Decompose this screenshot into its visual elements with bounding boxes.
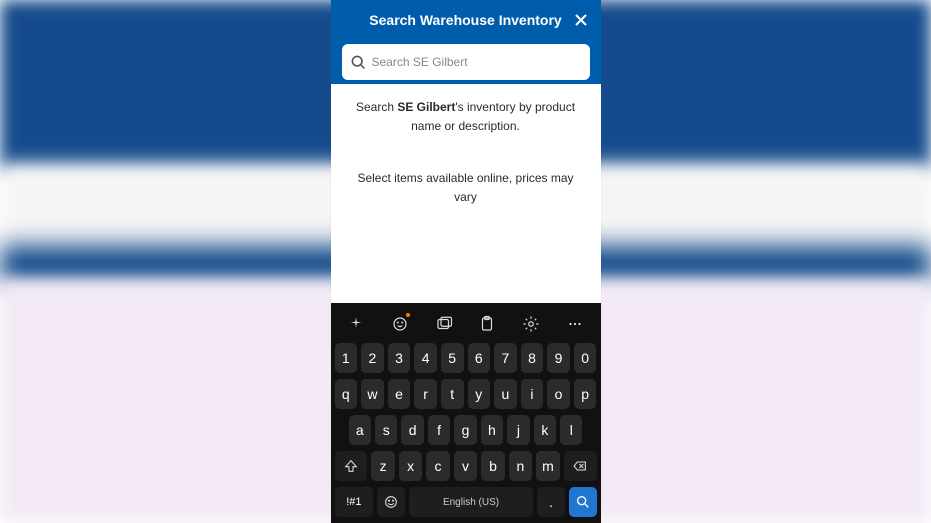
warehouse-name: SE Gilbert bbox=[397, 100, 455, 114]
shift-icon bbox=[343, 458, 359, 474]
gear-icon[interactable] bbox=[516, 312, 546, 336]
space-key[interactable]: English (US) bbox=[409, 487, 533, 517]
key-j[interactable]: j bbox=[507, 415, 529, 445]
search-field-container[interactable] bbox=[342, 44, 590, 80]
period-key[interactable]: . bbox=[537, 487, 565, 517]
key-w[interactable]: w bbox=[361, 379, 384, 409]
key-y[interactable]: y bbox=[468, 379, 491, 409]
key-4[interactable]: 4 bbox=[414, 343, 437, 373]
backspace-key[interactable] bbox=[564, 451, 597, 481]
key-0[interactable]: 0 bbox=[574, 343, 597, 373]
key-c[interactable]: c bbox=[426, 451, 449, 481]
key-5[interactable]: 5 bbox=[441, 343, 464, 373]
gif-icon[interactable] bbox=[429, 312, 459, 336]
key-d[interactable]: d bbox=[401, 415, 423, 445]
emoji-toolbar-icon[interactable] bbox=[385, 312, 415, 336]
more-icon[interactable] bbox=[560, 312, 590, 336]
content-area: Search SE Gilbert's inventory by product… bbox=[331, 84, 601, 303]
close-button[interactable] bbox=[571, 10, 591, 30]
key-v[interactable]: v bbox=[454, 451, 477, 481]
key-6[interactable]: 6 bbox=[468, 343, 491, 373]
emoji-key[interactable] bbox=[377, 487, 405, 517]
backspace-icon bbox=[572, 458, 588, 474]
soft-keyboard: 1 2 3 4 5 6 7 8 9 0 q w e r t y u i o bbox=[331, 303, 601, 523]
key-1[interactable]: 1 bbox=[335, 343, 358, 373]
key-r[interactable]: r bbox=[414, 379, 437, 409]
keyboard-toolbar bbox=[331, 309, 601, 339]
key-q[interactable]: q bbox=[335, 379, 358, 409]
key-7[interactable]: 7 bbox=[494, 343, 517, 373]
key-e[interactable]: e bbox=[388, 379, 411, 409]
disclaimer-text: Select items available online, prices ma… bbox=[347, 169, 585, 206]
header-bar: Search Warehouse Inventory bbox=[331, 0, 601, 84]
key-s[interactable]: s bbox=[375, 415, 397, 445]
key-p[interactable]: p bbox=[574, 379, 597, 409]
key-b[interactable]: b bbox=[481, 451, 504, 481]
page-title: Search Warehouse Inventory bbox=[369, 12, 561, 28]
key-f[interactable]: f bbox=[428, 415, 450, 445]
key-z[interactable]: z bbox=[371, 451, 394, 481]
key-m[interactable]: m bbox=[536, 451, 559, 481]
home-letter-row: a s d f g h j k l bbox=[335, 415, 597, 445]
search-input[interactable] bbox=[372, 55, 582, 69]
key-2[interactable]: 2 bbox=[361, 343, 384, 373]
bottom-fn-row: !#1 English (US) . bbox=[335, 487, 597, 517]
key-g[interactable]: g bbox=[454, 415, 476, 445]
key-t[interactable]: t bbox=[441, 379, 464, 409]
emoji-icon bbox=[383, 494, 399, 510]
key-l[interactable]: l bbox=[560, 415, 582, 445]
key-o[interactable]: o bbox=[547, 379, 570, 409]
symbols-key[interactable]: !#1 bbox=[335, 487, 374, 517]
key-n[interactable]: n bbox=[509, 451, 532, 481]
phone-frame: Search Warehouse Inventory Search SE Gil… bbox=[331, 0, 601, 523]
key-h[interactable]: h bbox=[481, 415, 503, 445]
search-key[interactable] bbox=[569, 487, 597, 517]
sparkle-icon[interactable] bbox=[341, 312, 371, 336]
search-key-icon bbox=[575, 494, 591, 510]
key-k[interactable]: k bbox=[534, 415, 556, 445]
key-8[interactable]: 8 bbox=[521, 343, 544, 373]
key-9[interactable]: 9 bbox=[547, 343, 570, 373]
top-letter-row: q w e r t y u i o p bbox=[335, 379, 597, 409]
key-x[interactable]: x bbox=[399, 451, 422, 481]
bottom-letter-row: z x c v b n m bbox=[335, 451, 597, 481]
number-row: 1 2 3 4 5 6 7 8 9 0 bbox=[335, 343, 597, 373]
close-icon bbox=[571, 10, 591, 30]
info-text: Search SE Gilbert's inventory by product… bbox=[347, 98, 585, 135]
key-a[interactable]: a bbox=[349, 415, 371, 445]
key-u[interactable]: u bbox=[494, 379, 517, 409]
shift-key[interactable] bbox=[335, 451, 368, 481]
key-i[interactable]: i bbox=[521, 379, 544, 409]
key-3[interactable]: 3 bbox=[388, 343, 411, 373]
search-icon bbox=[350, 54, 366, 70]
clipboard-icon[interactable] bbox=[472, 312, 502, 336]
